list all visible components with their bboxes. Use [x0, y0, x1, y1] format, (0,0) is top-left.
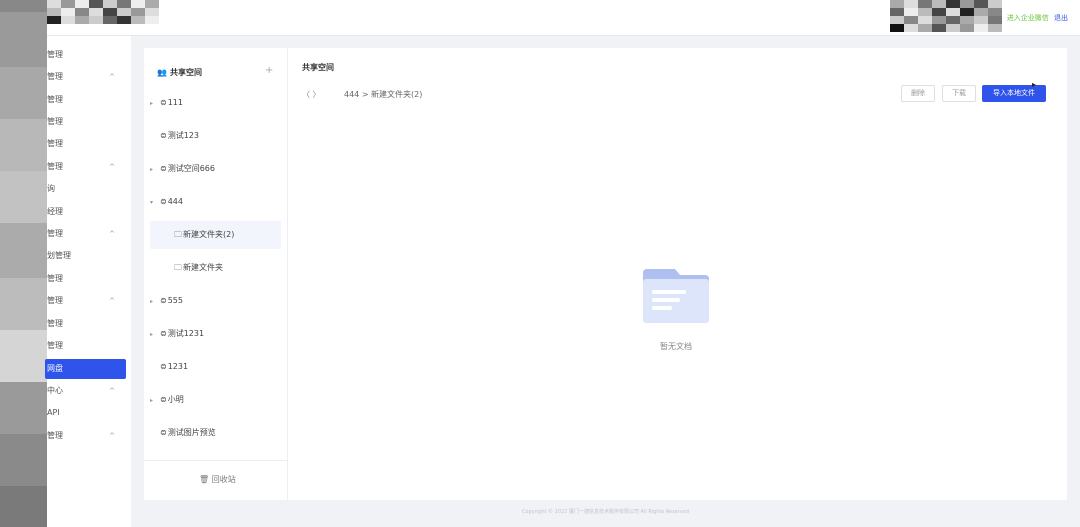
caret-icon[interactable]: ▸ — [150, 156, 160, 184]
tree-node[interactable]: ▸ ⊜111 — [150, 89, 281, 117]
tree-node[interactable]: ▸ ⊜小明 — [150, 386, 281, 414]
database-icon: ⊜ — [160, 395, 167, 404]
caret-icon[interactable]: ▸ — [150, 387, 160, 415]
tree-node[interactable]: ⊜测试123 — [150, 122, 281, 150]
tree-node[interactable]: ▸ ⊜测试1231 — [150, 320, 281, 348]
database-icon: ⊜ — [160, 131, 167, 140]
shared-space-title[interactable]: 👥 共享空间 — [157, 67, 202, 78]
sidebar-item[interactable]: 经理 — [47, 202, 131, 222]
wechat-link[interactable]: 进入企业微信 — [1007, 14, 1049, 22]
tree-node[interactable]: 🗀新建文件夹 — [150, 254, 281, 282]
header-links: 进入企业微信 退出 — [1007, 13, 1068, 23]
divider — [144, 460, 287, 461]
tree-node[interactable]: ⊜测试图片预览 — [150, 419, 281, 447]
database-icon: ⊜ — [160, 164, 167, 173]
sidebar-item[interactable]: 管理 ^ — [47, 426, 131, 446]
caret-icon[interactable]: ▾ — [150, 189, 160, 217]
tree-node[interactable]: ▸ ⊜测试空间666 — [150, 155, 281, 183]
sidebar-item[interactable]: 管理 — [47, 45, 131, 65]
tree-node[interactable]: ▸ ⊜555 — [150, 287, 281, 315]
sidebar-item[interactable]: 管理 ^ — [47, 67, 131, 87]
caret-icon[interactable]: ▸ — [150, 288, 160, 316]
chevron-up-icon: ^ — [109, 230, 115, 238]
mouse-cursor-icon: ▸ — [1032, 80, 1037, 89]
sidebar-item[interactable]: 询 — [47, 179, 131, 199]
empty-state-text: 暂无文档 — [660, 342, 692, 351]
sidebar-item[interactable]: 管理 — [47, 269, 131, 289]
back-forward-icon[interactable]: 〈 〉 — [302, 89, 321, 100]
import-local-file-button[interactable]: 导入本地文件 — [982, 85, 1046, 102]
logout-link[interactable]: 退出 — [1054, 14, 1068, 22]
sidebar-item[interactable]: 管理 — [47, 134, 131, 154]
folder-tree-panel: 👥 共享空间 + ▸ ⊜111 ⊜测试123 ▸ ⊜测试空间666 ▾ ⊜444 🗀新建… — [144, 48, 288, 500]
sidebar-item[interactable]: 中心 ^ — [47, 381, 131, 401]
caret-icon[interactable]: ▸ — [150, 90, 160, 118]
folder-icon: 🗀 — [174, 263, 182, 272]
database-icon: ⊜ — [160, 362, 167, 371]
chevron-up-icon: ^ — [109, 432, 115, 440]
sidebar-item[interactable]: 管理 ^ — [47, 157, 131, 177]
sidebar-item[interactable]: 管理 — [47, 336, 131, 356]
chevron-up-icon: ^ — [109, 163, 115, 171]
tree-node-selected[interactable]: 🗀新建文件夹(2) — [150, 221, 281, 249]
people-icon: 👥 — [157, 68, 167, 77]
sidebar-item[interactable]: 管理 — [47, 314, 131, 334]
breadcrumb[interactable]: 444 > 新建文件夹(2) — [344, 89, 422, 100]
empty-folder-icon — [643, 269, 709, 323]
netdisk-card: 👥 共享空间 + ▸ ⊜111 ⊜测试123 ▸ ⊜测试空间666 ▾ ⊜444 🗀新建… — [144, 48, 1067, 500]
footer-copyright: Copyright © 2022 厦门一捷信息技术服务有限公司 All Righ… — [522, 509, 689, 515]
chevron-up-icon: ^ — [109, 387, 115, 395]
database-icon: ⊜ — [160, 296, 167, 305]
database-icon: ⊜ — [160, 428, 167, 437]
caret-icon[interactable]: ▸ — [150, 321, 160, 349]
left-redacted-strip — [0, 0, 47, 527]
top-header: 进入企业微信 退出 — [0, 0, 1080, 36]
database-icon: ⊜ — [160, 98, 167, 107]
page-title: 共享空间 — [302, 63, 334, 72]
sidebar-item[interactable]: 管理 ^ — [47, 224, 131, 244]
delete-button[interactable]: 删除 — [901, 85, 935, 102]
database-icon: ⊜ — [160, 197, 167, 206]
chevron-up-icon: ^ — [109, 73, 115, 81]
sidebar-menu: 管理 管理 ^ 管理 管理 管理 管理 ^ 询 经理 管理 ^ 划管理 管理 管理 ^ … — [45, 36, 131, 527]
tree-node[interactable]: ⊜1231 — [150, 353, 281, 381]
add-space-icon[interactable]: + — [265, 65, 273, 76]
database-icon: ⊜ — [160, 329, 167, 338]
chevron-up-icon: ^ — [109, 297, 115, 305]
sidebar-item[interactable]: 划管理 — [47, 246, 131, 266]
folder-icon: 🗀 — [174, 230, 182, 239]
sidebar-item-netdisk[interactable]: 网盘 — [45, 359, 126, 379]
sidebar-item[interactable]: 管理 ^ — [47, 291, 131, 311]
logo-mosaic — [47, 0, 159, 24]
sidebar-item[interactable]: API — [47, 403, 131, 423]
trash-icon: 🗑 — [199, 475, 210, 484]
download-button[interactable]: 下载 — [942, 85, 976, 102]
file-content-panel: 共享空间 〈 〉 444 > 新建文件夹(2) 删除 下载 导入本地文件 暂无文… — [289, 48, 1067, 500]
sidebar-item[interactable]: 管理 — [47, 112, 131, 132]
sidebar-item[interactable]: 管理 — [47, 90, 131, 110]
tree-node[interactable]: ▾ ⊜444 — [150, 188, 281, 216]
recycle-bin-link[interactable]: 🗑 回收站 — [199, 474, 236, 485]
user-avatar-mosaic[interactable] — [890, 0, 1002, 32]
